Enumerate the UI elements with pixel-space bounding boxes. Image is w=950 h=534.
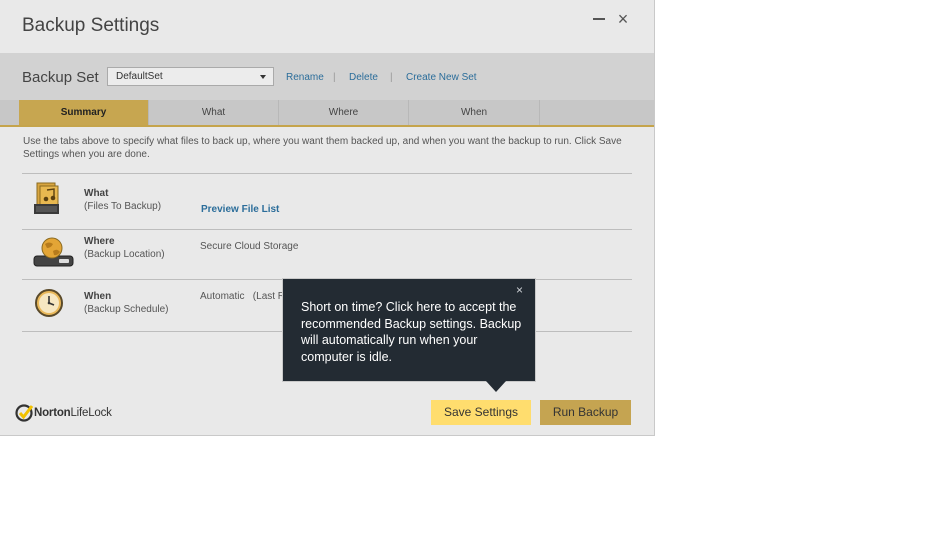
files-icon [33, 182, 61, 221]
create-new-set-link[interactable]: Create New Set [406, 72, 477, 83]
where-title: Where [84, 236, 115, 247]
separator: | [390, 72, 393, 83]
delete-link[interactable]: Delete [349, 72, 378, 83]
run-backup-button[interactable]: Run Backup [540, 400, 631, 425]
tab-bar: Summary What Where When [0, 100, 654, 127]
tab-summary[interactable]: Summary [19, 100, 149, 125]
divider [22, 173, 632, 174]
when-title: When [84, 291, 112, 302]
logo-brand-bold: Norton [34, 407, 71, 419]
close-icon[interactable]: × [614, 10, 632, 28]
rename-link[interactable]: Rename [286, 72, 324, 83]
tab-when[interactable]: When [409, 100, 540, 125]
logo-brand-rest: LifeLock [70, 407, 112, 419]
tooltip-arrow [486, 381, 506, 392]
title-bar: Backup Settings × [0, 0, 654, 52]
backup-set-bar: Backup Set DefaultSet Rename | Delete | … [0, 53, 654, 100]
tab-what[interactable]: What [149, 100, 279, 125]
nortonlifelock-logo: NortonLifeLock [15, 403, 112, 423]
backup-set-selected: DefaultSet [116, 71, 163, 82]
window-title: Backup Settings [22, 15, 160, 36]
cloud-storage-icon [33, 236, 75, 273]
backup-location-value: Secure Cloud Storage [200, 241, 299, 252]
minimize-icon[interactable] [591, 10, 607, 26]
backup-set-label: Backup Set [22, 69, 99, 86]
what-title: What [84, 188, 109, 199]
preview-file-list-link[interactable]: Preview File List [201, 204, 279, 215]
tooltip-close-icon[interactable]: × [516, 283, 523, 297]
save-settings-button[interactable]: Save Settings [431, 400, 531, 425]
backup-schedule-value: Automatic (Last R [200, 291, 286, 302]
divider [22, 229, 632, 230]
when-subtitle: (Backup Schedule) [84, 304, 169, 315]
checkmark-logo-icon [15, 404, 34, 422]
recommendation-tooltip[interactable]: × Short on time? Click here to accept th… [282, 278, 536, 382]
chevron-down-icon [260, 75, 266, 79]
tab-where[interactable]: Where [279, 100, 409, 125]
where-subtitle: (Backup Location) [84, 249, 165, 260]
tooltip-text: Short on time? Click here to accept the … [301, 300, 522, 364]
what-subtitle: (Files To Backup) [84, 201, 162, 212]
clock-icon [34, 288, 64, 323]
summary-description: Use the tabs above to specify what files… [23, 136, 622, 160]
separator: | [333, 72, 336, 83]
backup-set-dropdown[interactable]: DefaultSet [107, 67, 274, 86]
